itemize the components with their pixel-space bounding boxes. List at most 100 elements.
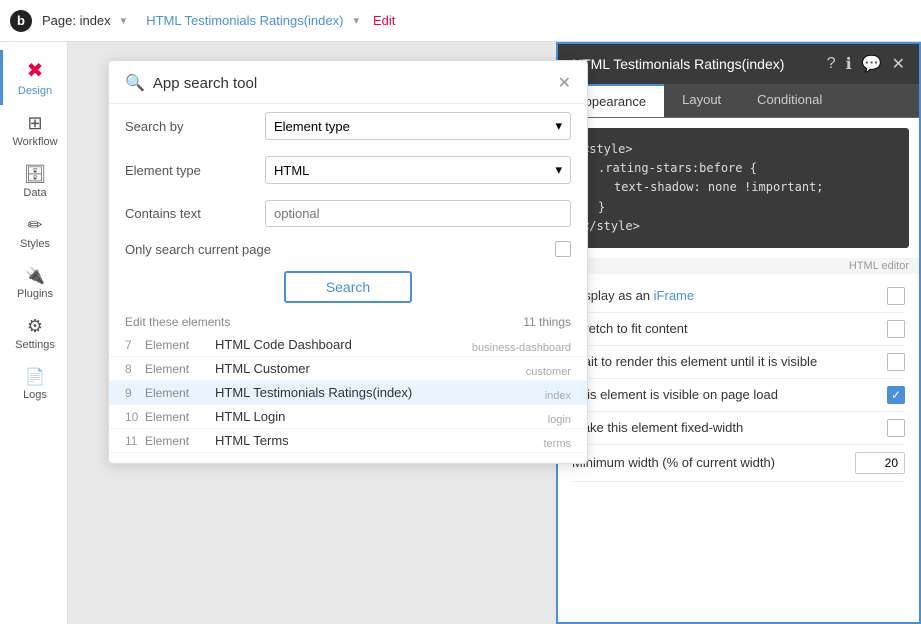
result-num-8: 8 <box>125 361 145 376</box>
right-panel-title: HTML Testimonials Ratings(index) <box>572 56 784 72</box>
search-by-select[interactable]: Element type ▾ <box>265 112 571 140</box>
wait-render-checkbox[interactable] <box>887 353 905 371</box>
sidebar-item-logs[interactable]: 📄 Logs <box>0 359 67 409</box>
sidebar-item-settings-label: Settings <box>15 339 55 351</box>
setting-stretch-content: Stretch to fit content <box>572 313 905 346</box>
only-current-page-checkbox[interactable] <box>555 241 571 257</box>
element-type-value: HTML <box>274 163 309 178</box>
info-icon[interactable]: ℹ <box>846 54 852 74</box>
close-icon[interactable]: ✕ <box>892 54 905 74</box>
iframe-link[interactable]: iFrame <box>654 288 694 303</box>
results-count: 11 things <box>523 315 571 329</box>
result-tag-9: index <box>545 390 571 402</box>
tab-layout[interactable]: Layout <box>664 84 739 117</box>
code-editor[interactable]: <style> .rating-stars:before { text-shad… <box>568 128 909 248</box>
search-button-row: Search <box>109 263 587 311</box>
logs-icon: 📄 <box>25 367 45 387</box>
results-list: 7 Element HTML Code Dashboard business-d… <box>109 333 587 453</box>
result-num-7: 7 <box>125 337 145 352</box>
result-row-8[interactable]: 8 Element HTML Customer customer <box>109 357 587 381</box>
result-row-11[interactable]: 11 Element HTML Terms terms <box>109 429 587 453</box>
result-name-9: HTML Testimonials Ratings(index) <box>215 385 571 400</box>
help-icon[interactable]: ? <box>827 55 836 73</box>
result-row-9[interactable]: 9 Element HTML Testimonials Ratings(inde… <box>109 381 587 405</box>
sidebar-item-styles[interactable]: ✏ Styles <box>0 207 67 258</box>
setting-visible-on-load: This element is visible on page load ✓ <box>572 379 905 412</box>
result-type-11: Element <box>145 433 215 448</box>
chat-icon[interactable]: 💬 <box>862 54 882 74</box>
result-tag-7: business-dashboard <box>472 342 571 354</box>
contains-text-row: Contains text <box>109 192 587 235</box>
page-dropdown[interactable]: ▾ <box>121 14 127 27</box>
main-layout: ✖ Design ⊞ Workflow 🗄 Data ✏ Styles 🔌 Pl… <box>0 42 921 624</box>
right-panel-icons: ? ℹ 💬 ✕ <box>827 54 905 74</box>
sidebar-item-data[interactable]: 🗄 Data <box>0 156 67 207</box>
sidebar-item-plugins-label: Plugins <box>17 288 53 300</box>
top-bar: b Page: index ▾ HTML Testimonials Rating… <box>0 0 921 42</box>
results-edit-label: Edit these elements <box>125 315 230 329</box>
result-name-11: HTML Terms <box>215 433 571 448</box>
visible-on-load-checkbox[interactable]: ✓ <box>887 386 905 404</box>
result-type-9: Element <box>145 385 215 400</box>
app-search-panel: 🔍 App search tool ✕ Search by Element ty… <box>108 60 588 464</box>
element-type-row: Element type HTML ▾ <box>109 148 587 192</box>
data-icon: 🗄 <box>24 164 47 185</box>
result-name-8: HTML Customer <box>215 361 571 376</box>
search-by-dropdown-icon: ▾ <box>555 118 562 134</box>
element-type-dropdown-icon: ▾ <box>555 162 562 178</box>
edit-link[interactable]: Edit <box>373 13 395 28</box>
sidebar-item-settings[interactable]: ⚙ Settings <box>0 308 67 359</box>
panel-close-button[interactable]: ✕ <box>558 73 571 93</box>
tab-conditional[interactable]: Conditional <box>739 84 840 117</box>
search-by-label: Search by <box>125 119 255 134</box>
styles-icon: ✏ <box>27 215 42 236</box>
result-num-11: 11 <box>125 433 145 448</box>
settings-section: Display as an iFrame Stretch to fit cont… <box>558 274 919 622</box>
result-num-9: 9 <box>125 385 145 400</box>
min-width-label: Minimum width (% of current width) <box>572 455 855 470</box>
logo: b <box>10 10 32 32</box>
result-type-7: Element <box>145 337 215 352</box>
html-testimonials-link[interactable]: HTML Testimonials Ratings(index) <box>146 13 343 28</box>
code-line-1: <style> <box>582 140 895 159</box>
result-num-10: 10 <box>125 409 145 424</box>
sidebar-item-workflow[interactable]: ⊞ Workflow <box>0 105 67 156</box>
result-type-8: Element <box>145 361 215 376</box>
code-line-2: .rating-stars:before { <box>582 159 895 178</box>
min-width-input[interactable] <box>855 452 905 474</box>
search-by-value: Element type <box>274 119 350 134</box>
element-type-label: Element type <box>125 163 255 178</box>
stretch-content-label: Stretch to fit content <box>572 321 887 336</box>
tabs-row: Appearance Layout Conditional <box>558 84 919 118</box>
link-dropdown[interactable]: ▾ <box>353 14 359 27</box>
fixed-width-checkbox[interactable] <box>887 419 905 437</box>
design-icon: ✖ <box>27 58 44 83</box>
stretch-content-checkbox[interactable] <box>887 320 905 338</box>
element-type-select[interactable]: HTML ▾ <box>265 156 571 184</box>
result-tag-8: customer <box>526 366 571 378</box>
sidebar-item-design[interactable]: ✖ Design <box>0 50 67 105</box>
result-name-10: HTML Login <box>215 409 571 424</box>
right-panel: HTML Testimonials Ratings(index) ? ℹ 💬 ✕… <box>556 42 921 624</box>
plugins-icon: 🔌 <box>25 266 45 286</box>
setting-display-iframe: Display as an iFrame <box>572 280 905 313</box>
result-row-10[interactable]: 10 Element HTML Login login <box>109 405 587 429</box>
code-line-3: text-shadow: none !important; <box>582 178 895 197</box>
setting-fixed-width: Make this element fixed-width <box>572 412 905 445</box>
contains-text-input[interactable] <box>265 200 571 227</box>
panel-title: 🔍 App search tool <box>125 73 257 93</box>
result-row-7[interactable]: 7 Element HTML Code Dashboard business-d… <box>109 333 587 357</box>
only-current-page-row: Only search current page <box>109 235 587 263</box>
display-iframe-checkbox[interactable] <box>887 287 905 305</box>
page-label: Page: index <box>42 13 111 28</box>
sidebar-item-design-label: Design <box>18 85 52 97</box>
sidebar-item-plugins[interactable]: 🔌 Plugins <box>0 258 67 308</box>
panel-header: 🔍 App search tool ✕ <box>109 61 587 104</box>
result-tag-10: login <box>548 414 571 426</box>
code-line-4: } <box>582 198 895 217</box>
contains-text-label: Contains text <box>125 206 255 221</box>
only-current-page-label: Only search current page <box>125 242 271 257</box>
search-button[interactable]: Search <box>284 271 412 303</box>
sidebar-item-data-label: Data <box>23 187 46 199</box>
settings-icon: ⚙ <box>27 316 43 337</box>
